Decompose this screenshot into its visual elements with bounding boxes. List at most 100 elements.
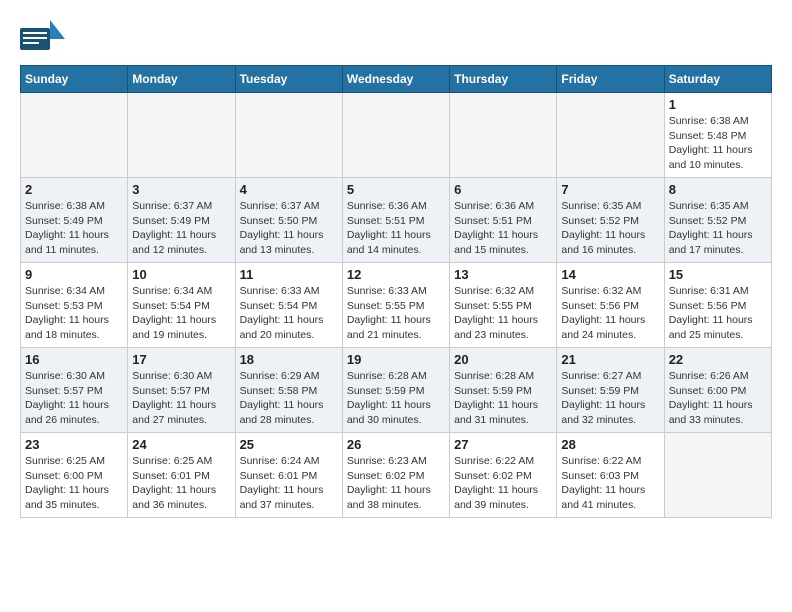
- calendar-week-row: 2 Sunrise: 6:38 AM Sunset: 5:49 PM Daylig…: [21, 178, 772, 263]
- logo: [20, 20, 62, 55]
- day-info: Sunrise: 6:38 AM Sunset: 5:49 PM Dayligh…: [25, 199, 123, 258]
- calendar-cell: [128, 93, 235, 178]
- calendar-cell: 18 Sunrise: 6:29 AM Sunset: 5:58 PM Dayli…: [235, 348, 342, 433]
- day-number: 18: [240, 352, 338, 367]
- day-number: 12: [347, 267, 445, 282]
- day-number: 13: [454, 267, 552, 282]
- day-number: 1: [669, 97, 767, 112]
- calendar-cell: 10Sunrise: 6:34 AM Sunset: 5:54 PM Dayli…: [128, 263, 235, 348]
- calendar-cell: 6 Sunrise: 6:36 AM Sunset: 5:51 PM Daylig…: [450, 178, 557, 263]
- calendar-cell: 20Sunrise: 6:28 AM Sunset: 5:59 PM Dayli…: [450, 348, 557, 433]
- day-number: 11: [240, 267, 338, 282]
- day-number: 22: [669, 352, 767, 367]
- calendar-cell: 27 Sunrise: 6:22 AM Sunset: 6:02 PM Dayli…: [450, 433, 557, 518]
- calendar-cell: 15 Sunrise: 6:31 AM Sunset: 5:56 PM Dayli…: [664, 263, 771, 348]
- calendar-cell: 8 Sunrise: 6:35 AM Sunset: 5:52 PM Daylig…: [664, 178, 771, 263]
- calendar-cell: 7Sunrise: 6:35 AM Sunset: 5:52 PM Daylig…: [557, 178, 664, 263]
- day-info: Sunrise: 6:25 AM Sunset: 6:01 PM Dayligh…: [132, 454, 230, 513]
- calendar-cell: 17 Sunrise: 6:30 AM Sunset: 5:57 PM Dayli…: [128, 348, 235, 433]
- calendar-cell: 1 Sunrise: 6:38 AM Sunset: 5:48 PM Daylig…: [664, 93, 771, 178]
- day-number: 23: [25, 437, 123, 452]
- calendar-cell: 4 Sunrise: 6:37 AM Sunset: 5:50 PM Daylig…: [235, 178, 342, 263]
- day-info: Sunrise: 6:30 AM Sunset: 5:57 PM Dayligh…: [25, 369, 123, 428]
- day-number: 2: [25, 182, 123, 197]
- day-info: Sunrise: 6:33 AM Sunset: 5:55 PM Dayligh…: [347, 284, 445, 343]
- day-number: 21: [561, 352, 659, 367]
- day-number: 14: [561, 267, 659, 282]
- day-info: Sunrise: 6:36 AM Sunset: 5:51 PM Dayligh…: [347, 199, 445, 258]
- calendar-week-row: 9 Sunrise: 6:34 AM Sunset: 5:53 PM Daylig…: [21, 263, 772, 348]
- logo-icon: [20, 20, 60, 55]
- day-number: 3: [132, 182, 230, 197]
- day-number: 26: [347, 437, 445, 452]
- calendar-cell: 11Sunrise: 6:33 AM Sunset: 5:54 PM Dayli…: [235, 263, 342, 348]
- day-number: 4: [240, 182, 338, 197]
- calendar-week-row: 23 Sunrise: 6:25 AM Sunset: 6:00 PM Dayli…: [21, 433, 772, 518]
- day-info: Sunrise: 6:24 AM Sunset: 6:01 PM Dayligh…: [240, 454, 338, 513]
- day-header-tuesday: Tuesday: [235, 66, 342, 93]
- calendar-cell: 14 Sunrise: 6:32 AM Sunset: 5:56 PM Dayli…: [557, 263, 664, 348]
- day-info: Sunrise: 6:35 AM Sunset: 5:52 PM Dayligh…: [561, 199, 659, 258]
- calendar-cell: 16 Sunrise: 6:30 AM Sunset: 5:57 PM Dayli…: [21, 348, 128, 433]
- day-number: 25: [240, 437, 338, 452]
- calendar-week-row: 1 Sunrise: 6:38 AM Sunset: 5:48 PM Daylig…: [21, 93, 772, 178]
- day-info: Sunrise: 6:36 AM Sunset: 5:51 PM Dayligh…: [454, 199, 552, 258]
- calendar-cell: 23 Sunrise: 6:25 AM Sunset: 6:00 PM Dayli…: [21, 433, 128, 518]
- day-info: Sunrise: 6:38 AM Sunset: 5:48 PM Dayligh…: [669, 114, 767, 173]
- calendar-cell: [235, 93, 342, 178]
- day-info: Sunrise: 6:31 AM Sunset: 5:56 PM Dayligh…: [669, 284, 767, 343]
- day-info: Sunrise: 6:23 AM Sunset: 6:02 PM Dayligh…: [347, 454, 445, 513]
- day-number: 27: [454, 437, 552, 452]
- day-info: Sunrise: 6:22 AM Sunset: 6:03 PM Dayligh…: [561, 454, 659, 513]
- day-number: 24: [132, 437, 230, 452]
- day-info: Sunrise: 6:22 AM Sunset: 6:02 PM Dayligh…: [454, 454, 552, 513]
- calendar-cell: 25 Sunrise: 6:24 AM Sunset: 6:01 PM Dayli…: [235, 433, 342, 518]
- day-number: 5: [347, 182, 445, 197]
- day-info: Sunrise: 6:26 AM Sunset: 6:00 PM Dayligh…: [669, 369, 767, 428]
- calendar-cell: [450, 93, 557, 178]
- day-header-sunday: Sunday: [21, 66, 128, 93]
- calendar-cell: [21, 93, 128, 178]
- calendar-cell: 28 Sunrise: 6:22 AM Sunset: 6:03 PM Dayli…: [557, 433, 664, 518]
- day-number: 16: [25, 352, 123, 367]
- day-info: Sunrise: 6:34 AM Sunset: 5:53 PM Dayligh…: [25, 284, 123, 343]
- day-number: 8: [669, 182, 767, 197]
- calendar-header-row: SundayMondayTuesdayWednesdayThursdayFrid…: [21, 66, 772, 93]
- calendar-week-row: 16 Sunrise: 6:30 AM Sunset: 5:57 PM Dayli…: [21, 348, 772, 433]
- day-info: Sunrise: 6:27 AM Sunset: 5:59 PM Dayligh…: [561, 369, 659, 428]
- calendar-cell: 3 Sunrise: 6:37 AM Sunset: 5:49 PM Daylig…: [128, 178, 235, 263]
- calendar-table: SundayMondayTuesdayWednesdayThursdayFrid…: [20, 65, 772, 518]
- day-info: Sunrise: 6:30 AM Sunset: 5:57 PM Dayligh…: [132, 369, 230, 428]
- day-number: 9: [25, 267, 123, 282]
- calendar-cell: 12 Sunrise: 6:33 AM Sunset: 5:55 PM Dayli…: [342, 263, 449, 348]
- calendar-cell: 9 Sunrise: 6:34 AM Sunset: 5:53 PM Daylig…: [21, 263, 128, 348]
- day-info: Sunrise: 6:32 AM Sunset: 5:56 PM Dayligh…: [561, 284, 659, 343]
- calendar-cell: [664, 433, 771, 518]
- day-number: 17: [132, 352, 230, 367]
- day-number: 15: [669, 267, 767, 282]
- day-info: Sunrise: 6:37 AM Sunset: 5:49 PM Dayligh…: [132, 199, 230, 258]
- calendar-cell: 26 Sunrise: 6:23 AM Sunset: 6:02 PM Dayli…: [342, 433, 449, 518]
- day-number: 28: [561, 437, 659, 452]
- day-info: Sunrise: 6:32 AM Sunset: 5:55 PM Dayligh…: [454, 284, 552, 343]
- day-header-wednesday: Wednesday: [342, 66, 449, 93]
- calendar-cell: 13 Sunrise: 6:32 AM Sunset: 5:55 PM Dayli…: [450, 263, 557, 348]
- day-header-monday: Monday: [128, 66, 235, 93]
- day-info: Sunrise: 6:29 AM Sunset: 5:58 PM Dayligh…: [240, 369, 338, 428]
- calendar-cell: 22 Sunrise: 6:26 AM Sunset: 6:00 PM Dayli…: [664, 348, 771, 433]
- day-header-saturday: Saturday: [664, 66, 771, 93]
- calendar-cell: 19Sunrise: 6:28 AM Sunset: 5:59 PM Dayli…: [342, 348, 449, 433]
- calendar-cell: 2 Sunrise: 6:38 AM Sunset: 5:49 PM Daylig…: [21, 178, 128, 263]
- day-number: 20: [454, 352, 552, 367]
- calendar-cell: 21 Sunrise: 6:27 AM Sunset: 5:59 PM Dayli…: [557, 348, 664, 433]
- calendar-cell: 24 Sunrise: 6:25 AM Sunset: 6:01 PM Dayli…: [128, 433, 235, 518]
- day-info: Sunrise: 6:25 AM Sunset: 6:00 PM Dayligh…: [25, 454, 123, 513]
- day-info: Sunrise: 6:35 AM Sunset: 5:52 PM Dayligh…: [669, 199, 767, 258]
- calendar-cell: [557, 93, 664, 178]
- calendar-cell: [342, 93, 449, 178]
- day-header-friday: Friday: [557, 66, 664, 93]
- calendar-cell: 5 Sunrise: 6:36 AM Sunset: 5:51 PM Daylig…: [342, 178, 449, 263]
- day-info: Sunrise: 6:34 AM Sunset: 5:54 PM Dayligh…: [132, 284, 230, 343]
- day-number: 6: [454, 182, 552, 197]
- day-info: Sunrise: 6:37 AM Sunset: 5:50 PM Dayligh…: [240, 199, 338, 258]
